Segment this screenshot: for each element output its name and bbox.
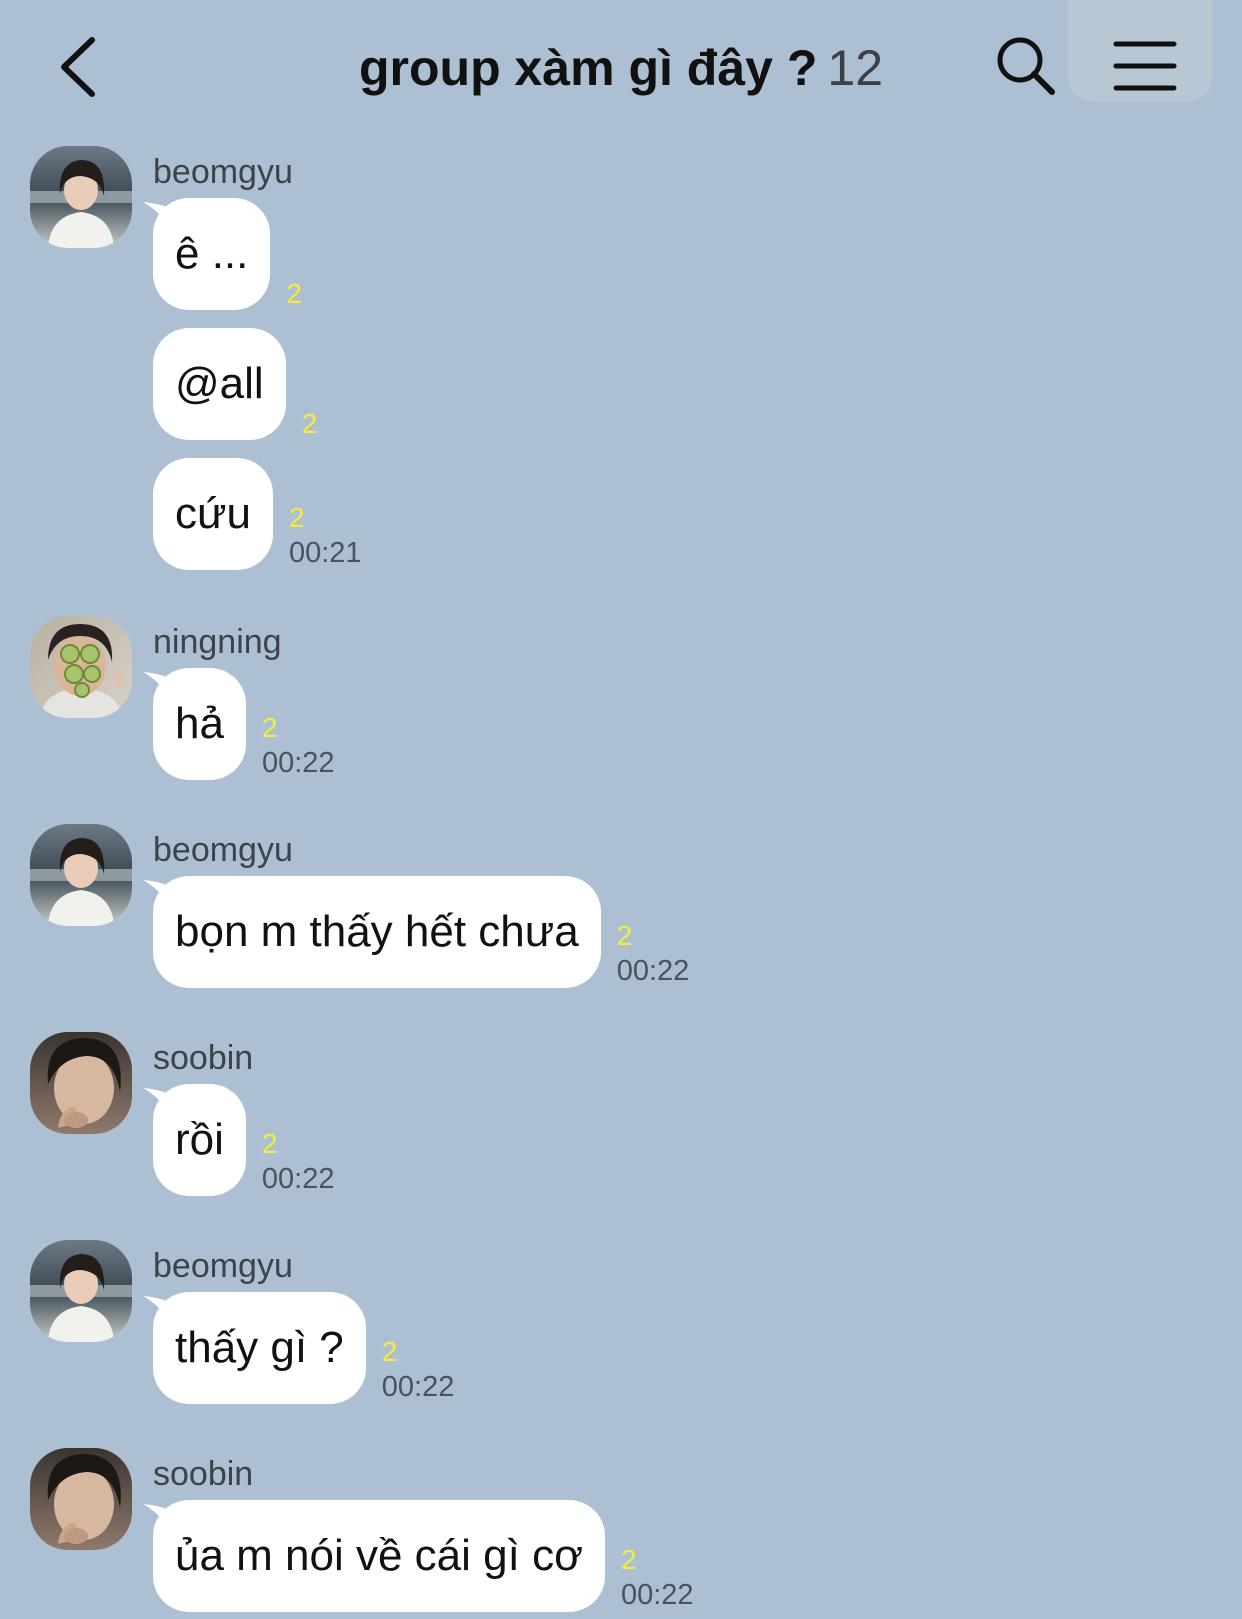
message-bubble[interactable]: @all bbox=[153, 328, 286, 440]
chat-header: group xàm gì đây ? 12 bbox=[0, 0, 1242, 130]
bubble-tail bbox=[143, 1088, 177, 1118]
message-text: ủa m nói về cái gì cơ bbox=[175, 1531, 583, 1580]
message-meta: 2 00:21 bbox=[289, 502, 362, 570]
hamburger-menu-icon bbox=[1113, 41, 1177, 91]
avatar[interactable] bbox=[30, 1032, 132, 1134]
message-bubble[interactable]: ủa m nói về cái gì cơ bbox=[143, 1500, 605, 1612]
message-bubble[interactable]: cứu bbox=[153, 458, 273, 570]
ningning-avatar bbox=[30, 616, 132, 718]
unread-count: 2 bbox=[616, 920, 633, 951]
message-meta: 2 00:22 bbox=[262, 712, 335, 780]
beomgyu-avatar bbox=[30, 1240, 132, 1342]
avatar[interactable] bbox=[30, 824, 132, 926]
sender-name: beomgyu bbox=[153, 1247, 293, 1285]
avatar[interactable] bbox=[30, 1240, 132, 1342]
bubble-tail bbox=[143, 1504, 177, 1534]
message-row: rồi 2 00:22 bbox=[143, 1084, 335, 1196]
search-button[interactable] bbox=[994, 34, 1058, 98]
search-icon bbox=[997, 37, 1055, 95]
sender-name: ningning bbox=[153, 623, 282, 661]
message-text: cứu bbox=[175, 489, 251, 538]
message-time: 00:22 bbox=[261, 1163, 335, 1195]
menu-button[interactable] bbox=[1112, 38, 1178, 94]
message-bubble[interactable]: thấy gì ? bbox=[143, 1292, 366, 1404]
message-time: 00:22 bbox=[616, 955, 690, 987]
message-row: cứu 2 00:21 bbox=[153, 458, 362, 570]
unread-count: 2 bbox=[261, 1128, 278, 1159]
message-bubble[interactable]: ê ... bbox=[143, 198, 271, 310]
message-meta: 2 bbox=[286, 278, 302, 310]
avatar[interactable] bbox=[30, 146, 132, 248]
member-count: 12 bbox=[827, 40, 884, 96]
sender-name: beomgyu bbox=[153, 153, 293, 191]
message-text: ê ... bbox=[175, 229, 249, 278]
message-text: @all bbox=[175, 359, 264, 408]
avatar[interactable] bbox=[30, 616, 132, 718]
message-row: ê ... 2 bbox=[143, 198, 302, 310]
message-row: @all 2 bbox=[153, 328, 317, 440]
message-row: ủa m nói về cái gì cơ 2 00:22 bbox=[143, 1500, 694, 1612]
message-time: 00:21 bbox=[288, 537, 362, 569]
sender-name: soobin bbox=[153, 1039, 254, 1077]
bubble-tail bbox=[143, 880, 177, 910]
message-meta: 2 00:22 bbox=[621, 1544, 694, 1612]
unread-count: 2 bbox=[301, 408, 318, 439]
bubble-tail bbox=[143, 1296, 177, 1326]
message-bubble[interactable]: bọn m thấy hết chưa bbox=[143, 876, 601, 988]
message-row: bọn m thấy hết chưa 2 00:22 bbox=[143, 876, 690, 988]
unread-count: 2 bbox=[381, 1336, 398, 1367]
bubble-tail bbox=[143, 202, 177, 232]
message-time: 00:22 bbox=[620, 1579, 694, 1611]
soobin-avatar bbox=[30, 1032, 132, 1134]
message-meta: 2 00:22 bbox=[617, 920, 690, 988]
message-meta: 2 bbox=[302, 408, 318, 440]
message-row: hả 2 00:22 bbox=[143, 668, 335, 780]
unread-count: 2 bbox=[620, 1544, 637, 1575]
sender-name: soobin bbox=[153, 1455, 254, 1493]
unread-count: 2 bbox=[288, 502, 305, 533]
unread-count: 2 bbox=[286, 278, 302, 309]
message-text: rồi bbox=[175, 1115, 224, 1164]
message-row: thấy gì ? 2 00:22 bbox=[143, 1292, 455, 1404]
soobin-avatar bbox=[30, 1448, 132, 1550]
avatar[interactable] bbox=[30, 1448, 132, 1550]
message-meta: 2 00:22 bbox=[262, 1128, 335, 1196]
bubble-tail bbox=[143, 672, 177, 702]
message-text: hả bbox=[175, 699, 224, 748]
message-bubble[interactable]: hả bbox=[143, 668, 246, 780]
message-text: bọn m thấy hết chưa bbox=[175, 907, 579, 956]
beomgyu-avatar bbox=[30, 146, 132, 248]
unread-count: 2 bbox=[261, 712, 278, 743]
message-bubble[interactable]: rồi bbox=[143, 1084, 246, 1196]
message-text: thấy gì ? bbox=[175, 1323, 344, 1372]
message-time: 00:22 bbox=[261, 747, 335, 779]
sender-name: beomgyu bbox=[153, 831, 293, 869]
beomgyu-avatar bbox=[30, 824, 132, 926]
message-time: 00:22 bbox=[381, 1371, 455, 1403]
message-meta: 2 00:22 bbox=[382, 1336, 455, 1404]
group-name: group xàm gì đây ? bbox=[358, 40, 818, 96]
